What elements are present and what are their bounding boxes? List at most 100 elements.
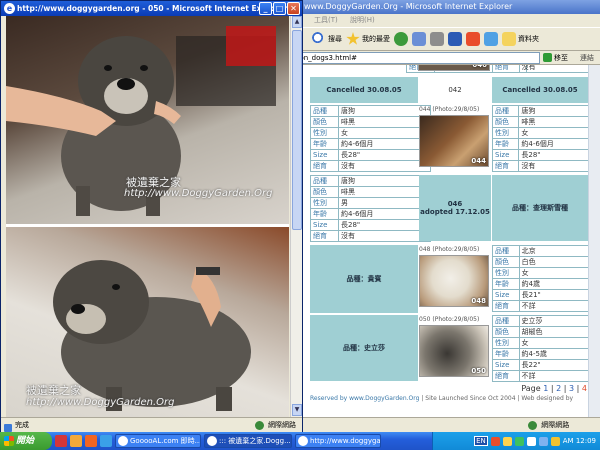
table-row: 絕育沒有	[491, 160, 600, 172]
tray-icon[interactable]	[526, 436, 536, 446]
tray-icon[interactable]	[502, 436, 512, 446]
maximize-button[interactable]: □	[273, 2, 286, 15]
taskbar: 開始 GooooAL.com 即時... ::: 被遺棄之家.Dogg... h…	[0, 432, 600, 450]
field-label: 顏色	[492, 256, 520, 268]
quicklaunch-icon[interactable]	[85, 435, 97, 447]
table-row: 顏色 啡黑	[310, 186, 431, 198]
scroll-down-button[interactable]: ▼	[292, 404, 302, 416]
quicklaunch-icon[interactable]	[55, 435, 67, 447]
menu-help[interactable]: 說明(H)	[350, 16, 375, 24]
field-label: Size	[492, 359, 520, 371]
table-row: 絕育 不詳	[492, 370, 600, 382]
field-label: 品種	[492, 245, 520, 257]
field-value: 啡黑	[338, 186, 431, 198]
ie-icon: e	[4, 3, 15, 14]
table-row: 絕育沒有	[492, 65, 600, 73]
search-icon	[312, 32, 326, 46]
cancelled-cell: Cancelled 30.08.05	[310, 77, 418, 103]
minimize-button[interactable]: _	[259, 2, 272, 15]
dog-photo-048[interactable]: 048	[419, 255, 489, 307]
dog-photo-top: 被遺棄之家 http://www.DoggyGarden.Org	[6, 16, 289, 224]
go-button[interactable]: 移至	[540, 53, 574, 63]
popup-titlebar[interactable]: e http://www.doggygarden.org - 050 - Mic…	[1, 1, 302, 16]
table-row: Size 長22"	[492, 359, 600, 371]
edit-button[interactable]	[448, 32, 462, 46]
research-icon	[484, 32, 498, 46]
table-row: 品種 唐狗	[310, 175, 431, 187]
address-bar: bon_dogs3.html# 移至 連結	[288, 51, 600, 65]
language-indicator[interactable]: EN	[474, 436, 488, 446]
field-label: 性別	[491, 127, 520, 139]
table-row: 品種 北京	[492, 245, 600, 257]
print-button[interactable]	[430, 32, 444, 46]
links-button[interactable]: 連結	[574, 53, 600, 63]
photo-popup-window: e http://www.doggygarden.org - 050 - Mic…	[0, 0, 303, 432]
volume-icon[interactable]	[550, 436, 560, 446]
breed-cell-schnauzer: 品種：查理斯雪種	[492, 175, 588, 241]
dog-id-042: 042	[419, 77, 491, 103]
table-row: 顏色 胡椒色	[492, 326, 600, 338]
tray-icon[interactable]	[514, 436, 524, 446]
dog-info-table: 品種 唐狗 顏色 啡黑 性別男年齡 約4-6個月 Size 長28" 絕育 沒有	[310, 175, 431, 242]
tray-icon[interactable]	[490, 436, 500, 446]
folders-button[interactable]: 資料夾	[502, 32, 539, 46]
favorites-button[interactable]: 我的最愛	[346, 32, 390, 46]
taskbar-item-popup[interactable]: http://www.doggygard...	[295, 434, 381, 448]
field-value: 長28"	[338, 219, 431, 231]
history-button[interactable]	[394, 32, 408, 46]
footer-brand[interactable]: Reserved by www.DoggyGarden.Org	[310, 395, 419, 402]
research-button[interactable]	[484, 32, 498, 46]
page-vertical-scrollbar[interactable]	[588, 65, 600, 417]
search-button[interactable]: 搜尋	[312, 32, 342, 46]
main-window-titlebar[interactable]: e www.DoggyGarden.Org - Microsoft Intern…	[288, 0, 600, 14]
menu-tools[interactable]: 工具(T)	[314, 16, 338, 24]
taskbar-item-goooal[interactable]: GooooAL.com 即時...	[115, 434, 201, 448]
field-value: 約4-6個月	[338, 208, 431, 220]
field-label: 年齡	[491, 138, 520, 150]
breed-cell-poodle: 品種：貴賓	[310, 245, 418, 313]
field-label: 年齡	[492, 348, 520, 360]
dog-info-table: 品種 史立莎 顏色 胡椒色 性別女年齡 約4-5歲 Size 長22" 絕育 不詳	[492, 315, 600, 382]
dog-photo-050[interactable]: 050	[419, 325, 489, 377]
breed-cell-shihtzu: 品種：史立莎	[310, 315, 418, 381]
table-row: 性別男	[310, 197, 431, 209]
quicklaunch-icon[interactable]	[100, 435, 112, 447]
field-label: 顏色	[492, 326, 520, 338]
photo-viewer: 被遺棄之家 http://www.DoggyGarden.Org 被遺棄之家 h…	[6, 16, 289, 417]
field-label: 性別	[310, 197, 339, 209]
word-icon	[448, 32, 462, 46]
field-value: 女	[338, 127, 431, 139]
popup-vertical-scrollbar[interactable]: ▲ ▼	[290, 16, 302, 417]
field-label: 品種	[310, 175, 339, 187]
field-label: 絕育	[491, 160, 520, 172]
field-value: 男	[338, 197, 431, 209]
taskbar-item-doggygarden[interactable]: ::: 被遺棄之家.Dogg...	[204, 434, 292, 448]
folder-icon	[502, 32, 516, 46]
field-value: 啡黑	[338, 116, 431, 128]
page-link-2[interactable]: 2	[556, 384, 561, 393]
page-link-1[interactable]: 1	[543, 384, 548, 393]
field-label: 品種	[491, 105, 520, 117]
dog-photo-040[interactable]: 040	[418, 65, 490, 71]
scroll-thumb[interactable]	[292, 30, 302, 230]
popup-title: http://www.doggygarden.org - 050 - Micro…	[17, 4, 288, 13]
dog-photo-044[interactable]: 044	[419, 115, 489, 167]
close-button[interactable]: ✕	[287, 2, 300, 15]
field-label: Size	[491, 149, 520, 161]
globe-icon	[528, 420, 537, 430]
status-done: 完成	[1, 421, 29, 429]
network-icon[interactable]	[538, 436, 548, 446]
photo-label-044: 044 (Photo:29/8/05)	[419, 106, 480, 113]
table-row: 絕育沒有	[310, 230, 431, 242]
messenger-button[interactable]	[466, 32, 480, 46]
address-input[interactable]: bon_dogs3.html#	[290, 51, 540, 64]
table-row: 顏色 啡黑	[310, 116, 431, 128]
dog-info-table: 絕育沒有	[492, 65, 600, 73]
mail-button[interactable]	[412, 32, 426, 46]
watermark-name: 被遺棄之家	[26, 384, 81, 397]
page-link-3[interactable]: 3	[569, 384, 574, 393]
scroll-up-button[interactable]: ▲	[292, 16, 302, 28]
table-row: 顏色 啡黑	[491, 116, 600, 128]
quicklaunch-icon[interactable]	[70, 435, 82, 447]
start-button[interactable]: 開始	[0, 432, 52, 450]
